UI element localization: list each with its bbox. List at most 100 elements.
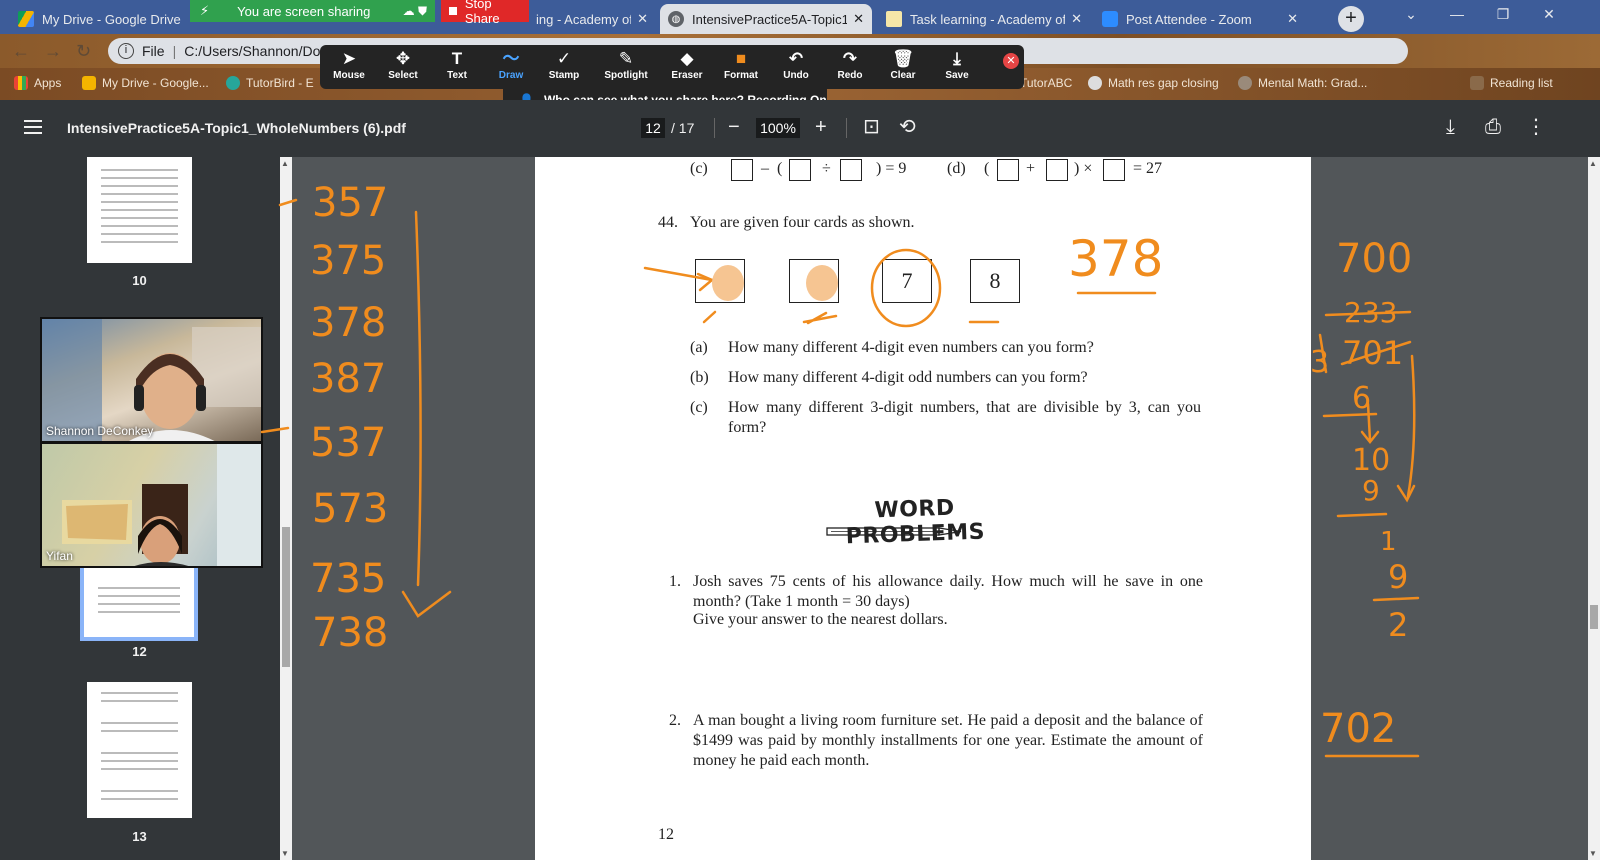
tool-stamp[interactable]: ✓ Stamp bbox=[539, 48, 589, 86]
bookmark-mental-math[interactable]: Mental Math: Grad... bbox=[1238, 76, 1367, 90]
eraser-icon: ◆ bbox=[680, 49, 694, 68]
bookmark-tutorbird[interactable]: TutorBird - E bbox=[226, 76, 314, 90]
tool-text[interactable]: T Text bbox=[432, 48, 482, 86]
google-drive-icon bbox=[18, 11, 34, 27]
download-icon[interactable]: ⤓ bbox=[1446, 116, 1455, 138]
tool-eraser[interactable]: ◆ Eraser bbox=[662, 48, 712, 86]
answer-box bbox=[731, 159, 753, 181]
new-tab-button[interactable]: + bbox=[1338, 6, 1364, 32]
globe-icon bbox=[1238, 76, 1252, 90]
zoom-annotation-toolbar: ➤ Mouse ✥ Select T Text 〜 Draw ✓ Stamp ✎ Spotl… bbox=[320, 45, 1024, 89]
undo-icon: ↶ bbox=[788, 49, 804, 68]
scroll-up-arrow-icon[interactable]: ▲ bbox=[1589, 159, 1597, 168]
url-text: C:/Users/Shannon/Dow bbox=[184, 43, 331, 59]
back-arrow-icon[interactable]: ← bbox=[12, 41, 30, 62]
print-icon[interactable]: ⎙ bbox=[1485, 116, 1501, 138]
wand-icon: ✎ bbox=[618, 49, 634, 68]
number-card: 3 bbox=[695, 259, 745, 303]
more-options-icon[interactable]: ⋮ bbox=[1526, 116, 1546, 138]
reading-list-icon bbox=[1470, 76, 1484, 90]
globe-icon bbox=[1088, 76, 1102, 90]
squiggle-icon: 〜 bbox=[502, 49, 520, 68]
video-tile-shannon[interactable]: Shannon DeConkey bbox=[40, 317, 263, 443]
number-card: 5 bbox=[789, 259, 839, 303]
tool-save[interactable]: ⤓ Save bbox=[932, 48, 982, 86]
forward-arrow-icon[interactable]: → bbox=[44, 41, 62, 62]
answer-box bbox=[1103, 159, 1125, 181]
thumbnail-page-13[interactable] bbox=[87, 682, 192, 818]
scroll-up-arrow-icon[interactable]: ▲ bbox=[281, 159, 289, 168]
menu-icon[interactable] bbox=[24, 120, 42, 138]
close-tab-icon[interactable]: ✕ bbox=[1287, 11, 1298, 27]
tool-undo[interactable]: ↶ Undo bbox=[771, 48, 821, 86]
zoom-icon bbox=[1102, 11, 1118, 27]
tool-mouse[interactable]: ➤ Mouse bbox=[324, 48, 374, 86]
tool-clear[interactable]: 🗑 Clear bbox=[878, 48, 928, 86]
page-number-input[interactable]: 12 bbox=[641, 118, 665, 138]
tool-format[interactable]: ■ Format bbox=[716, 48, 766, 86]
bookmark-math-res[interactable]: Math res gap closing bbox=[1088, 76, 1219, 90]
pdf-page: (c) – ( ÷ ) = 9 (d) ( + ) × = 27 44. You… bbox=[535, 157, 1311, 860]
screen-sharing-banner: ⚡ You are screen sharing ☁ ⛊ bbox=[190, 0, 435, 22]
minimize-button[interactable]: — bbox=[1434, 0, 1480, 30]
tab-zoom-attendee[interactable]: Post Attendee - Zoom ✕ bbox=[1094, 4, 1306, 34]
sidebar-scrollbar[interactable]: ▲ ▼ bbox=[280, 157, 292, 860]
redo-icon: ↷ bbox=[842, 49, 858, 68]
pdf-title: IntensivePractice5A-Topic1_WholeNumbers … bbox=[67, 120, 406, 136]
tool-spotlight[interactable]: ✎ Spotlight bbox=[601, 48, 651, 86]
tool-draw[interactable]: 〜 Draw bbox=[486, 48, 536, 86]
tool-redo[interactable]: ↷ Redo bbox=[825, 48, 875, 86]
color-swatch-icon: ■ bbox=[735, 49, 747, 68]
tab-search-icon[interactable]: ⌄ bbox=[1388, 0, 1434, 30]
pdf-toolbar: IntensivePractice5A-Topic1_WholeNumbers … bbox=[0, 100, 1600, 157]
info-icon[interactable]: i bbox=[118, 43, 134, 59]
tab-google-drive[interactable]: My Drive - Google Drive bbox=[10, 4, 190, 34]
move-icon: ✥ bbox=[395, 49, 411, 68]
video-feed bbox=[62, 444, 261, 566]
close-tab-icon[interactable]: ✕ bbox=[853, 11, 864, 27]
number-card: 8 bbox=[970, 259, 1020, 303]
rotate-icon[interactable]: ⟲ bbox=[899, 116, 916, 138]
zoom-in-button[interactable]: + bbox=[815, 116, 827, 138]
google-drive-icon bbox=[82, 76, 96, 90]
bookmark-my-drive[interactable]: My Drive - Google... bbox=[82, 76, 209, 90]
bookmark-reading-list[interactable]: Reading list bbox=[1470, 76, 1553, 90]
tool-select[interactable]: ✥ Select bbox=[378, 48, 428, 86]
tab-task-learning-1[interactable]: ing - Academy of N ✕ bbox=[528, 4, 656, 34]
share-icon: ⚡ bbox=[200, 3, 210, 18]
main-scrollbar[interactable]: ▲ ▼ bbox=[1588, 157, 1600, 860]
tutorbird-icon bbox=[226, 76, 240, 90]
text-icon: T bbox=[451, 49, 463, 68]
checkmark-icon: ✓ bbox=[556, 49, 572, 68]
bookmark-tutorabc[interactable]: TutorABC bbox=[1020, 76, 1072, 90]
scroll-down-arrow-icon[interactable]: ▼ bbox=[1589, 849, 1597, 858]
academy-icon bbox=[886, 11, 902, 27]
page-total: / 17 bbox=[671, 120, 695, 136]
page-number: 12 bbox=[658, 826, 674, 843]
zoom-out-button[interactable]: − bbox=[728, 116, 740, 138]
apps-grid-icon bbox=[14, 76, 28, 90]
close-window-button[interactable]: ✕ bbox=[1526, 0, 1572, 30]
globe-icon: ◍ bbox=[668, 11, 684, 27]
answer-box bbox=[789, 159, 811, 181]
pencil-icon bbox=[826, 527, 962, 536]
tab-intensive-practice[interactable]: ◍ IntensivePractice5A-Topic1_W ✕ bbox=[660, 4, 872, 34]
restore-button[interactable]: ❐ bbox=[1480, 0, 1526, 30]
fit-page-icon[interactable]: ⊡ bbox=[863, 116, 880, 138]
answer-box bbox=[997, 159, 1019, 181]
close-tab-icon[interactable]: ✕ bbox=[637, 11, 648, 27]
zoom-level-input[interactable]: 100% bbox=[756, 118, 800, 138]
thumbnail-page-10[interactable] bbox=[87, 157, 192, 263]
close-tab-icon[interactable]: ✕ bbox=[1071, 11, 1082, 27]
bookmark-apps[interactable]: Apps bbox=[14, 76, 61, 90]
video-tile-yifan[interactable]: Yifan bbox=[40, 442, 263, 568]
reload-icon[interactable]: ↻ bbox=[76, 41, 91, 62]
tab-task-learning-2[interactable]: Task learning - Academy of N ✕ bbox=[878, 4, 1090, 34]
number-card: 7 bbox=[882, 259, 932, 303]
section-title: WORD PROBLEMS bbox=[845, 495, 986, 550]
close-toolbar-icon[interactable]: ✕ bbox=[1003, 53, 1019, 69]
scroll-down-arrow-icon[interactable]: ▼ bbox=[281, 849, 289, 858]
stop-icon bbox=[449, 7, 457, 15]
stop-share-button[interactable]: Stop Share bbox=[441, 0, 529, 26]
save-download-icon: ⤓ bbox=[953, 49, 961, 68]
